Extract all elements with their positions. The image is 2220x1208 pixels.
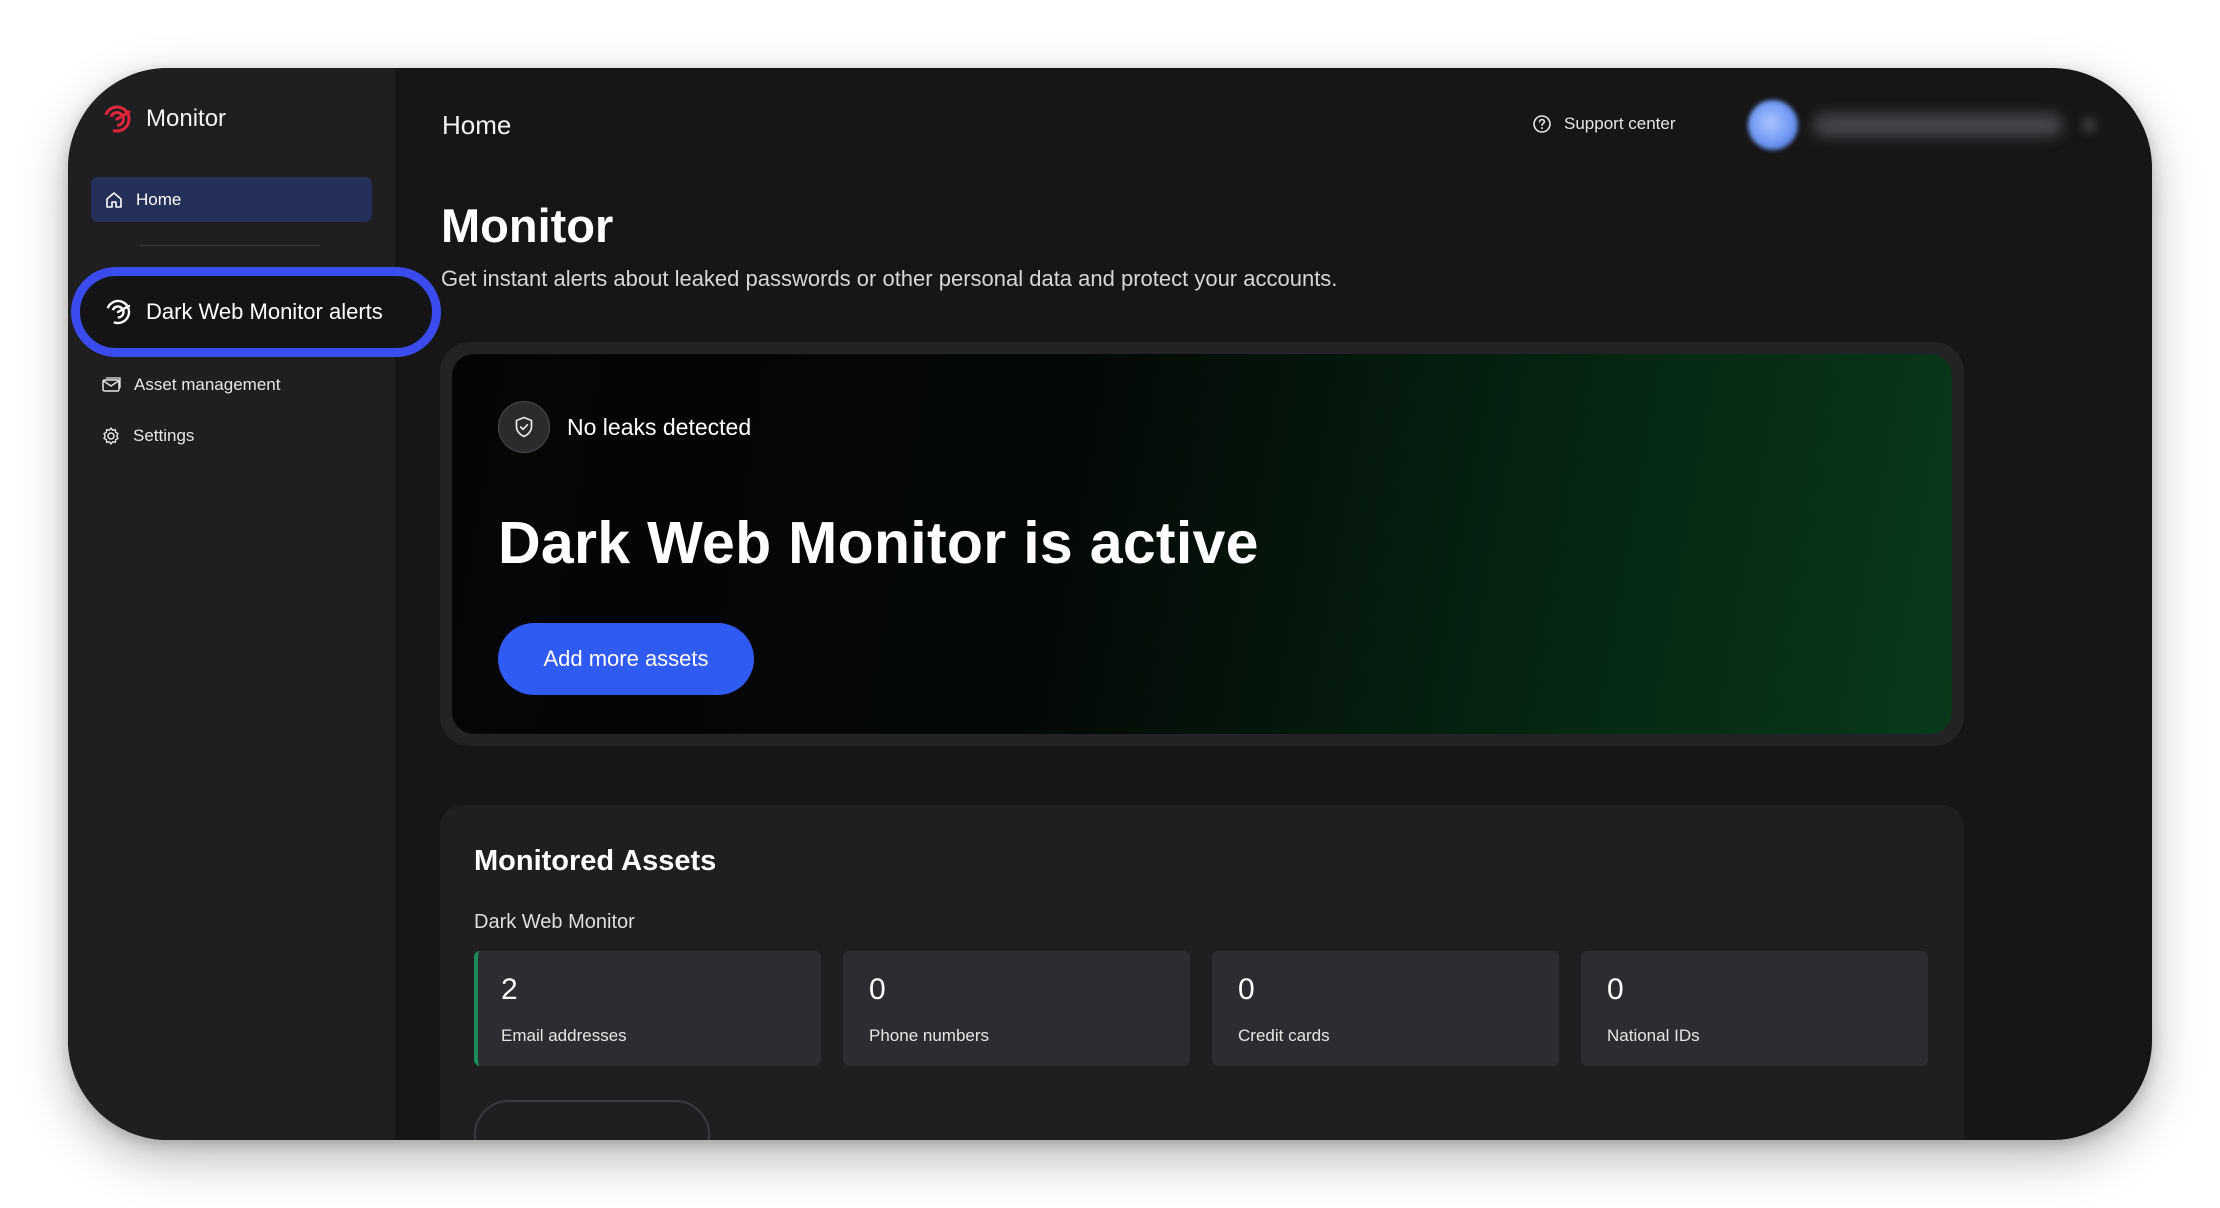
asset-label: Credit cards — [1238, 1026, 1330, 1045]
section-title: Monitored Assets — [474, 845, 717, 877]
topbar-title: Home — [442, 110, 512, 140]
sidebar-item-label: Settings — [133, 426, 195, 445]
status-card-frame: No leaks detected Dark Web Monitor is ac… — [440, 342, 1964, 746]
account-email-redacted[interactable] — [1813, 113, 2063, 137]
page-subtitle: Get instant alerts about leaked password… — [441, 266, 1338, 291]
avatar[interactable] — [1748, 100, 1798, 150]
brand[interactable]: Monitor — [102, 104, 226, 134]
app-name: Monitor — [146, 105, 227, 132]
gear-icon — [103, 427, 119, 445]
section-subtitle: Dark Web Monitor — [474, 911, 635, 933]
add-more-assets-button[interactable]: Add more assets — [498, 623, 754, 695]
asset-count: 2 — [501, 973, 518, 1006]
help-circle-icon — [1533, 115, 1551, 133]
sidebar-item-settings[interactable]: Settings — [101, 426, 194, 446]
envelope-icon — [102, 377, 121, 392]
hero-title: Dark Web Monitor is active — [498, 510, 1259, 576]
sidebar-item-asset-management[interactable]: Asset management — [101, 375, 280, 395]
asset-count: 0 — [1607, 973, 1624, 1006]
asset-count: 0 — [869, 973, 886, 1006]
status-card: No leaks detected Dark Web Monitor is ac… — [452, 354, 1952, 734]
status-row: No leaks detected — [498, 401, 751, 453]
radar-icon — [105, 299, 131, 325]
asset-tiles: 2 Email addresses 0 Phone numbers 0 Cred… — [474, 951, 1928, 1066]
support-center-link[interactable]: Support center — [1532, 114, 1676, 134]
asset-tile-email-addresses[interactable]: 2 Email addresses — [474, 951, 821, 1066]
sidebar-item-label: Asset management — [134, 375, 281, 394]
support-center-label: Support center — [1564, 114, 1676, 133]
chevron-down-icon[interactable] — [2082, 118, 2096, 132]
sidebar-item-label: Dark Web Monitor alerts — [146, 299, 383, 324]
monitored-assets-card: Monitored Assets Dark Web Monitor 2 Emai… — [440, 805, 1964, 1140]
asset-label: National IDs — [1607, 1026, 1700, 1045]
asset-label: Email addresses — [501, 1026, 627, 1045]
app-window: Monitor Home Asset management Settings D… — [68, 68, 2152, 1140]
asset-tile-phone-numbers[interactable]: 0 Phone numbers — [843, 951, 1190, 1066]
manage-assets-button[interactable] — [474, 1100, 710, 1140]
asset-label: Phone numbers — [869, 1026, 990, 1045]
home-icon — [106, 191, 122, 208]
sidebar-item-dark-web-monitor-alerts[interactable]: Dark Web Monitor alerts — [71, 267, 441, 357]
status-icon-badge — [498, 401, 550, 453]
asset-tile-credit-cards[interactable]: 0 Credit cards — [1212, 951, 1559, 1066]
page-title: Monitor — [441, 199, 614, 252]
status-label: No leaks detected — [567, 413, 752, 440]
monitor-logo-icon — [103, 105, 131, 133]
asset-tile-national-ids[interactable]: 0 National IDs — [1581, 951, 1928, 1066]
sidebar-item-label: Home — [136, 189, 182, 209]
sidebar-divider — [140, 245, 320, 246]
sidebar: Monitor Home Asset management Settings — [68, 68, 395, 1140]
shield-check-icon — [515, 416, 533, 438]
sidebar-item-home[interactable]: Home — [91, 177, 372, 222]
asset-count: 0 — [1238, 973, 1255, 1006]
